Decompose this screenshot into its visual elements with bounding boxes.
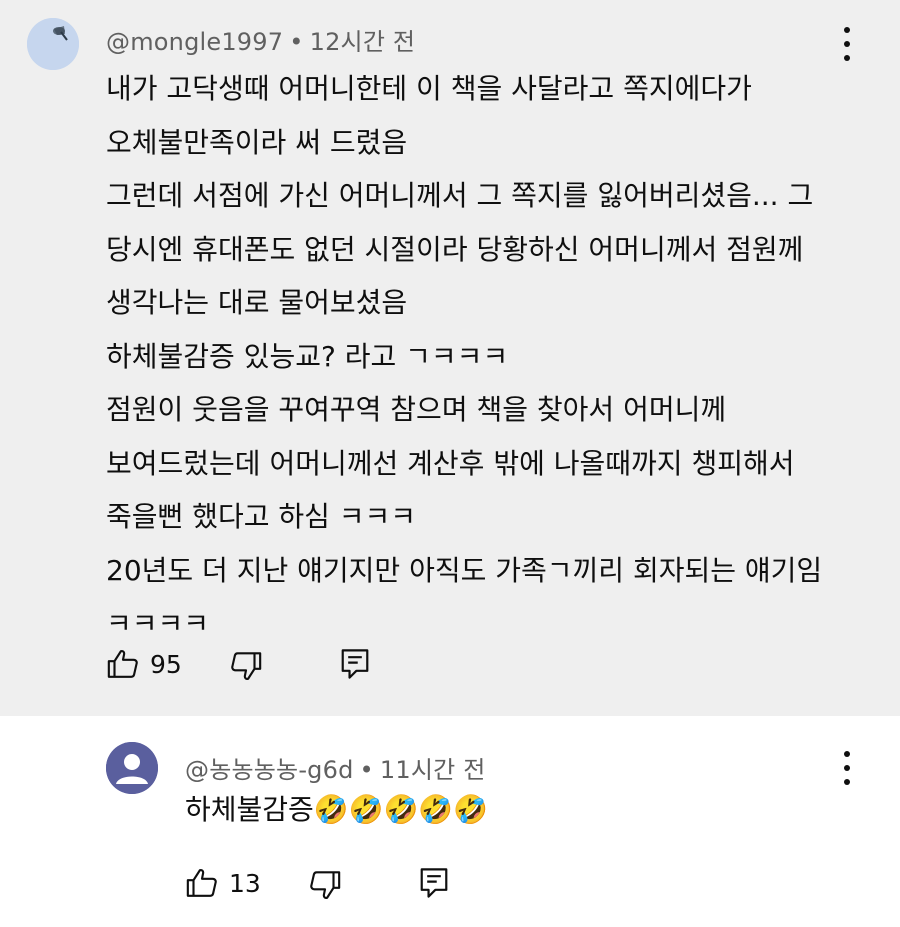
like-count: 13 bbox=[229, 868, 261, 898]
comment-time[interactable]: 12시간 전 bbox=[310, 28, 416, 56]
author-name[interactable]: @mongle1997 bbox=[106, 28, 283, 56]
more-options-icon[interactable] bbox=[840, 27, 854, 61]
comment-line: 20년도 더 지난 얘기지만 아직도 가족ㄱ끼리 회자되는 얘기임 bbox=[106, 553, 823, 587]
like-button[interactable]: 95 bbox=[106, 647, 182, 681]
comment-body: 내가 고닥생때 어머니한테 이 책을 사달라고 쪽지에다가 오체불만족이라 써 … bbox=[106, 62, 886, 651]
avatar[interactable] bbox=[106, 742, 158, 794]
reply-button[interactable] bbox=[419, 866, 449, 900]
comment-line: 하체불감증 있능교? 라고 ㄱㅋㅋㅋ bbox=[106, 339, 509, 373]
author-name[interactable]: @농농농농-g6d bbox=[185, 756, 354, 784]
profile-photo-icon bbox=[27, 18, 79, 70]
comment-line: 보여드렀는데 어머니께선 계산후 밖에 나올때까지 챙피해서 bbox=[106, 446, 795, 480]
thumbs-up-icon bbox=[107, 650, 138, 678]
comment-line: 죽을뻔 했다고 하심 ㅋㅋㅋ bbox=[106, 500, 417, 533]
like-button[interactable]: 13 bbox=[185, 866, 261, 900]
reply-icon bbox=[420, 868, 448, 898]
thumbs-down-icon bbox=[310, 871, 341, 899]
dislike-button[interactable] bbox=[308, 868, 342, 902]
dislike-button[interactable] bbox=[229, 649, 263, 683]
more-options-icon[interactable] bbox=[840, 751, 854, 785]
comment-line: 점원이 웃음을 꾸여꾸역 참으며 책을 찾아서 어머니께 bbox=[106, 393, 727, 426]
comment-meta: @mongle1997 • 12시간 전 bbox=[106, 22, 415, 57]
reply-body: 하체불감증🤣🤣🤣🤣🤣 bbox=[185, 793, 489, 826]
comment-line: ㅋㅋㅋㅋ bbox=[106, 607, 210, 640]
comment-line: 오체불만족이라 써 드렸음 bbox=[106, 125, 408, 159]
meta-separator: • bbox=[289, 28, 304, 56]
meta-separator: • bbox=[359, 756, 374, 784]
reply-icon bbox=[341, 649, 369, 679]
comment-time[interactable]: 11시간 전 bbox=[380, 756, 486, 784]
thumbs-down-icon bbox=[231, 652, 262, 680]
comment-line: 내가 고닥생때 어머니한테 이 책을 사달라고 쪽지에다가 bbox=[106, 72, 752, 105]
comment-line: 그런데 서점에 가신 어머니께서 그 쪽지를 잃어버리셨음... 그 bbox=[106, 179, 814, 212]
comment-line: 당시엔 휴대폰도 없던 시절이라 당황하신 어머니께서 점원께 bbox=[106, 232, 804, 266]
thumbs-up-icon bbox=[186, 869, 217, 897]
avatar[interactable] bbox=[27, 18, 79, 70]
comment-line: 생각나는 대로 물어보셨음 bbox=[106, 286, 408, 319]
like-count: 95 bbox=[150, 649, 182, 679]
reply-button[interactable] bbox=[340, 647, 370, 681]
default-avatar-icon bbox=[106, 742, 158, 794]
comment-meta: @농농농농-g6d • 11시간 전 bbox=[185, 750, 486, 785]
